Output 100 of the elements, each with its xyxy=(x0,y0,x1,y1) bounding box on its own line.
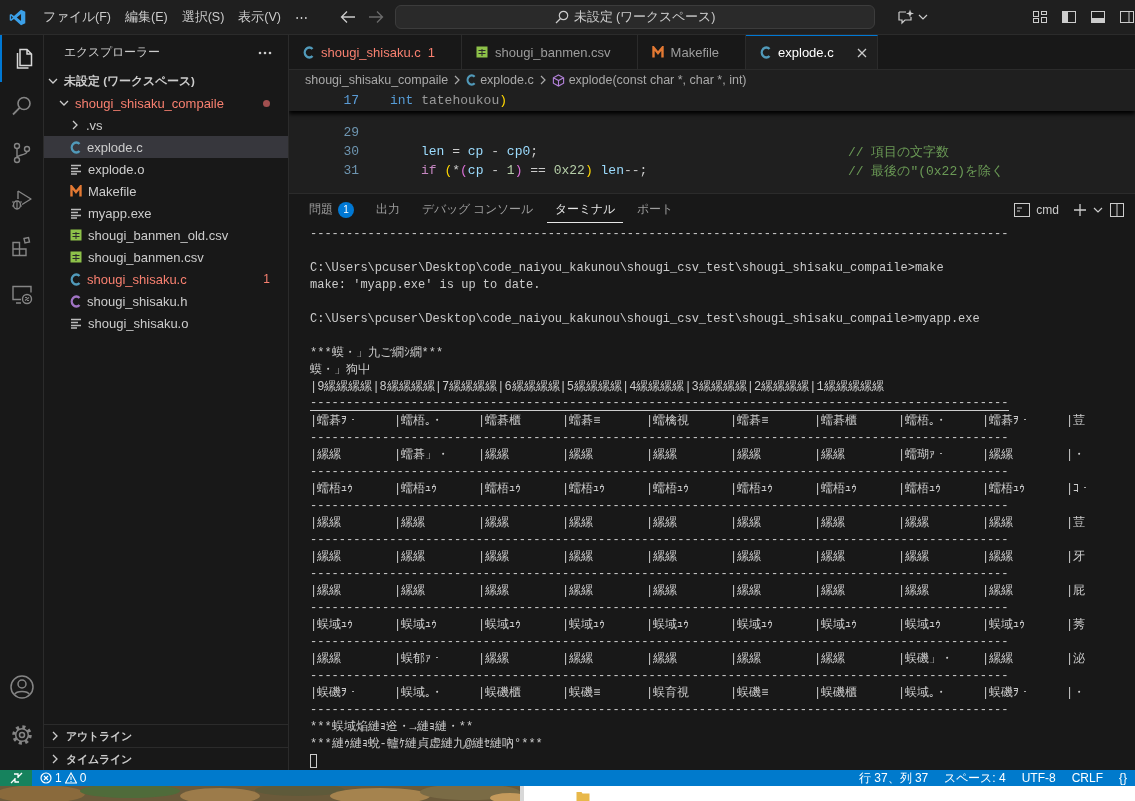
editor-tab[interactable]: shougi_banmen.csv xyxy=(461,35,638,69)
board-cell-text: |蜈育視 xyxy=(646,684,691,701)
board-cell-text: |縲縲 xyxy=(730,549,763,565)
breadcrumb-item[interactable]: explode.c xyxy=(466,73,534,87)
code-line: int tatehoukou) xyxy=(389,93,508,108)
board-cell-text: |縲縲 xyxy=(898,583,931,599)
more-icon[interactable] xyxy=(258,50,272,55)
terminal-line: 蟆・」狗屮 xyxy=(310,362,370,378)
menu-item[interactable]: ファイル(F) xyxy=(36,5,118,29)
board-cell-text: |蜈域ｭｩ xyxy=(478,617,523,633)
remote-indicator[interactable] xyxy=(0,770,32,786)
board-cell-text: |ｺ・ xyxy=(1066,481,1093,496)
board-cell-text: |蠕碁」・ xyxy=(394,447,451,463)
panel-tab[interactable]: ターミナル xyxy=(547,196,624,223)
c-file-icon xyxy=(70,140,81,154)
app-logo-icon xyxy=(9,8,26,26)
board-cell-text: |蜈磯櫃 xyxy=(478,685,523,701)
status-item[interactable]: UTF-8 xyxy=(1013,771,1064,785)
board-cell-text: |縲縲 xyxy=(730,447,763,463)
search-icon xyxy=(554,10,569,24)
status-item[interactable]: {} xyxy=(1111,771,1135,785)
sidebar-toggle-icon[interactable] xyxy=(1061,9,1077,25)
board-cell-text: |縲縲 xyxy=(646,583,679,599)
terminal-line: ------------------------------------------------------------------------------------------------- xyxy=(310,430,1009,445)
file-item[interactable]: shougi_shisaku.h xyxy=(44,290,288,312)
panel-tab[interactable]: 問題 1 xyxy=(301,196,362,223)
split-icon[interactable] xyxy=(1109,201,1125,218)
makefile-icon xyxy=(70,185,82,197)
board-cell-text: |縲縲 xyxy=(310,583,343,599)
board-cell-text: |縲縲 xyxy=(730,515,763,531)
board-cell-text: |縲縲 xyxy=(646,549,679,565)
board-cell-text: |荳 xyxy=(1066,515,1087,531)
workspace-item[interactable]: 未設定 (ワークスペース) xyxy=(44,70,288,92)
text-file-icon xyxy=(70,163,82,175)
board-cell-text: |蠕碁≡ xyxy=(730,413,770,429)
editor-tab[interactable]: shougi_shisaku.c 1 xyxy=(289,35,462,69)
count-badge: 1 xyxy=(338,201,354,218)
menu-item[interactable]: 表示(V) xyxy=(231,5,288,29)
shell-label[interactable]: cmd xyxy=(1036,202,1059,217)
folder-item[interactable]: shougi_shisaku_compaile xyxy=(44,92,288,114)
layout-icon[interactable] xyxy=(1032,9,1048,25)
section-header[interactable]: アウトライン xyxy=(44,724,288,747)
spreadsheet-icon xyxy=(475,46,488,58)
close-icon[interactable] xyxy=(856,47,867,58)
board-cell-text: |縲縲 xyxy=(814,651,847,667)
file-item[interactable]: Makefile xyxy=(44,180,288,202)
panel-toggle-icon[interactable] xyxy=(1090,9,1106,25)
file-item[interactable]: explode.c xyxy=(44,136,288,158)
line-number: 31 xyxy=(342,163,359,178)
board-cell-text: |泌 xyxy=(1066,651,1087,667)
breadcrumb-item[interactable]: shougi_shisaku_compaile xyxy=(305,73,449,87)
breadcrumb-item[interactable]: explode(const char *, char *, int) xyxy=(551,73,747,87)
folder-item[interactable]: .vs xyxy=(44,114,288,136)
menu-item[interactable]: ⋯ xyxy=(288,6,315,28)
board-cell-text: |縲縲 xyxy=(310,515,343,531)
board-cell-text: |蜈磯」・ xyxy=(898,651,955,667)
secondary-sidebar-icon[interactable] xyxy=(1119,9,1135,25)
error-count[interactable]: 1 xyxy=(55,771,62,785)
back-arrow-icon[interactable] xyxy=(340,10,356,24)
file-item[interactable]: shougi_shisaku.o xyxy=(44,312,288,334)
file-item[interactable]: explode.o xyxy=(44,158,288,180)
status-item[interactable]: CRLF xyxy=(1063,771,1111,785)
status-item[interactable]: 行 37、列 37 xyxy=(850,769,937,787)
terminal-line: make: 'myapp.exe' is up to date. xyxy=(310,277,541,292)
panel-tab[interactable]: ポート xyxy=(629,197,682,222)
board-cell-text: |蜈磯櫃 xyxy=(814,685,859,701)
spreadsheet-icon xyxy=(70,229,82,241)
board-cell-text: |蜈域ｭｩ xyxy=(982,617,1027,633)
file-item[interactable]: shougi_shisaku.c 1 xyxy=(44,268,288,290)
menu-item[interactable]: 選択(S) xyxy=(174,5,232,29)
terminal-line: ------------------------------------------------------------------------------------------------- xyxy=(310,566,1009,581)
board-cell-text: |縲縲 xyxy=(478,651,511,667)
panel-tab[interactable]: 出力 xyxy=(368,197,408,222)
board-cell-text: |縲縲 xyxy=(814,515,847,531)
plus-icon[interactable] xyxy=(1073,202,1087,217)
editor-tab[interactable]: explode.c xyxy=(746,35,878,69)
file-item[interactable]: shougi_banmen.csv xyxy=(44,246,288,268)
chat-sparkle-icon[interactable] xyxy=(897,9,915,25)
forward-arrow-icon[interactable] xyxy=(368,10,384,24)
terminal-icon xyxy=(1014,202,1031,217)
panel-tab[interactable]: デバッグ コンソール xyxy=(414,197,542,222)
command-search-field[interactable]: 未設定 (ワークスペース) xyxy=(395,5,875,29)
board-cell-text: |縲縲 xyxy=(478,549,511,565)
warning-count[interactable]: 0 xyxy=(79,771,87,785)
caret-icon[interactable] xyxy=(918,13,928,21)
board-cell-text: |縲縲 xyxy=(730,651,763,667)
board-cell-text: |縲縲 xyxy=(982,515,1015,531)
status-item[interactable]: スペース: 4 xyxy=(936,769,1014,787)
problem-count: 1 xyxy=(263,272,270,286)
board-cell-text: |縲縲 xyxy=(646,515,679,531)
caret-icon[interactable] xyxy=(1093,205,1103,214)
terminal-line: ------------------------------------------------------------------------------------------------- xyxy=(310,702,1009,717)
board-cell-text: |蜈磯ｦ・ xyxy=(982,685,1033,701)
file-item[interactable]: myapp.exe xyxy=(44,202,288,224)
board-cell-text: |・ xyxy=(1066,685,1087,701)
board-cell-text: |蠕梧ｭｩ xyxy=(310,481,355,497)
menu-item[interactable]: 編集(E) xyxy=(117,5,175,29)
board-cell-text: |荳 xyxy=(1066,413,1087,429)
file-item[interactable]: shougi_banmen_old.csv xyxy=(44,224,288,246)
account-icon[interactable] xyxy=(8,674,35,700)
